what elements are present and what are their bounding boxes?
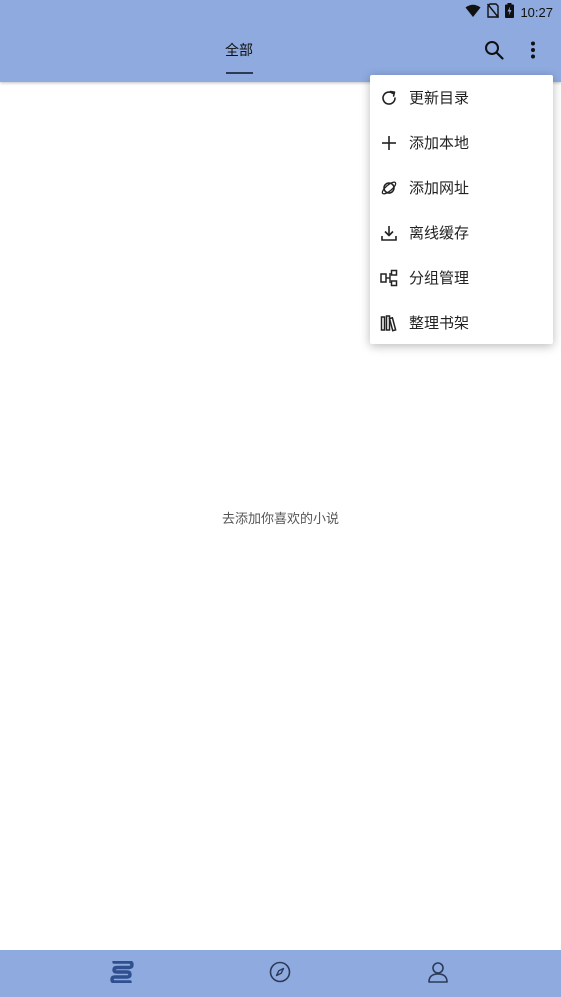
- status-bar: 10:27: [0, 0, 561, 24]
- menu-item-label: 添加网址: [409, 179, 470, 197]
- menu-item-arrange-bookshelf[interactable]: 整理书架: [370, 300, 553, 345]
- nav-item-discover[interactable]: [267, 961, 293, 987]
- menu-item-update-catalog[interactable]: 更新目录: [370, 75, 553, 120]
- refresh-icon: [379, 88, 399, 108]
- menu-item-add-url[interactable]: 添加网址: [370, 165, 553, 210]
- menu-item-label: 更新目录: [409, 89, 470, 107]
- status-icons: 10:27: [465, 2, 553, 22]
- menu-item-label: 离线缓存: [409, 224, 470, 242]
- menu-item-label: 整理书架: [409, 314, 470, 332]
- planet-icon: [379, 178, 399, 198]
- bookshelf-icon: [379, 313, 399, 333]
- search-button[interactable]: [482, 40, 506, 64]
- person-icon: [427, 961, 449, 987]
- overflow-menu: 更新目录 添加本地 添加网址 离线缓存 分组管理 整理书架: [370, 75, 553, 344]
- nav-item-profile[interactable]: [425, 961, 451, 987]
- menu-item-label: 分组管理: [409, 269, 470, 287]
- menu-item-label: 添加本地: [409, 134, 470, 152]
- more-vert-icon: [530, 41, 536, 63]
- menu-item-group-management[interactable]: 分组管理: [370, 255, 553, 300]
- wifi-icon: [465, 3, 481, 22]
- group-icon: [379, 268, 399, 288]
- no-sim-icon: [487, 2, 500, 22]
- nav-item-bookshelf[interactable]: [109, 960, 135, 987]
- status-time: 10:27: [520, 4, 553, 20]
- menu-item-add-local[interactable]: 添加本地: [370, 120, 553, 165]
- tab-indicator: [226, 72, 253, 74]
- bottom-navigation: [0, 950, 561, 997]
- tab-all[interactable]: 全部: [219, 40, 259, 60]
- empty-state-message: 去添加你喜欢的小说: [221, 512, 339, 527]
- battery-charging-icon: [505, 2, 515, 22]
- more-options-button[interactable]: [521, 40, 545, 64]
- menu-item-offline-cache[interactable]: 离线缓存: [370, 210, 553, 255]
- compass-icon: [269, 961, 291, 987]
- download-icon: [379, 223, 399, 243]
- top-app-bar: 10:27 全部: [0, 0, 561, 82]
- plus-icon: [379, 133, 399, 153]
- bookshelf-nav-icon: [110, 960, 134, 987]
- search-icon: [484, 40, 504, 64]
